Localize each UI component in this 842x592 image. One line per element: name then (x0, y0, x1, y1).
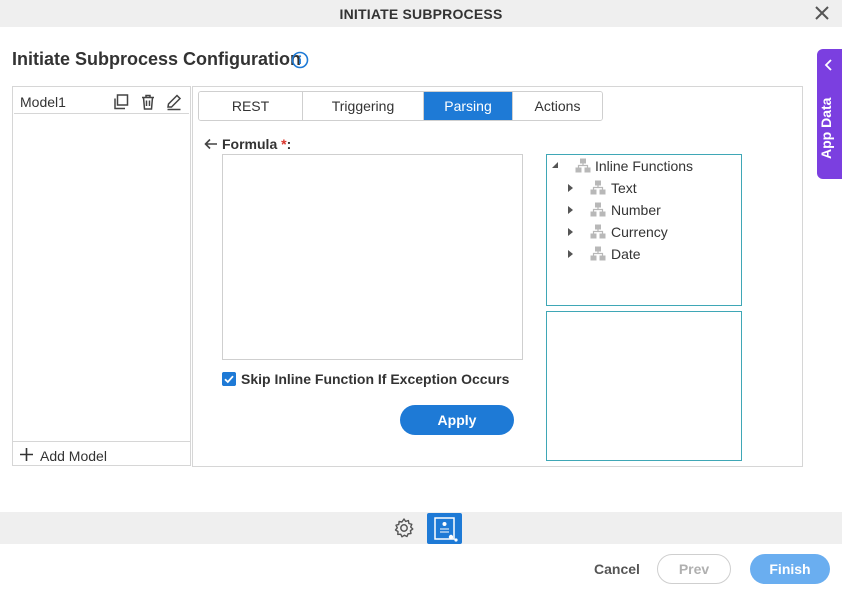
cancel-button[interactable]: Cancel (594, 561, 640, 577)
caret-right-icon[interactable] (566, 227, 574, 237)
prev-button[interactable]: Prev (657, 554, 731, 584)
finish-button[interactable]: Finish (750, 554, 830, 584)
caret-down-icon[interactable] (551, 161, 559, 171)
skip-exception-checkbox[interactable] (222, 372, 236, 386)
inline-functions-tree: Inline Functions Text Number Currency Da… (546, 154, 742, 306)
apply-button[interactable]: Apply (400, 405, 514, 435)
hierarchy-icon (590, 180, 606, 195)
tree-node-label: Currency (611, 224, 668, 240)
dialog-title: INITIATE SUBPROCESS (339, 6, 503, 22)
tab-actions[interactable]: Actions (513, 92, 602, 120)
model-item[interactable]: Model1 (14, 88, 189, 114)
add-model-label: Add Model (40, 448, 107, 464)
hierarchy-icon (590, 246, 606, 261)
close-icon[interactable] (812, 3, 832, 23)
tree-node-label: Number (611, 202, 661, 218)
tab-bar: REST Service Triggering Event Parsing Ac… (198, 91, 603, 121)
formula-label: Formula *: (204, 136, 291, 152)
info-icon[interactable] (291, 51, 309, 69)
hierarchy-icon (575, 158, 591, 173)
edit-icon[interactable] (165, 93, 183, 111)
tab-parsing[interactable]: Parsing (424, 92, 513, 120)
tree-node-label: Inline Functions (595, 158, 694, 174)
rest-service-icon (434, 517, 458, 542)
plus-icon (20, 448, 33, 461)
arrow-left-icon[interactable] (204, 138, 218, 150)
app-data-tab[interactable]: App Data (817, 49, 842, 179)
tree-node-label: Date (611, 246, 641, 262)
function-description-panel (546, 311, 742, 461)
caret-right-icon[interactable] (566, 183, 574, 193)
footer-toolbar (0, 512, 842, 544)
formula-label-suffix: : (286, 136, 292, 152)
skip-exception-label: Skip Inline Function If Exception Occurs (241, 371, 510, 387)
tree-node-label: Text (611, 180, 637, 196)
chevron-left-icon (824, 59, 832, 71)
add-model-button[interactable]: Add Model (13, 441, 190, 465)
tab-triggering-event[interactable]: Triggering Event (303, 92, 424, 120)
rest-service-button[interactable] (427, 513, 462, 544)
delete-icon[interactable] (139, 93, 157, 111)
model-item-name: Model1 (20, 94, 66, 110)
copy-icon[interactable] (112, 93, 130, 111)
caret-right-icon[interactable] (566, 205, 574, 215)
gear-icon[interactable] (393, 517, 415, 539)
formula-textarea[interactable] (222, 154, 523, 360)
hierarchy-icon (590, 202, 606, 217)
formula-label-text: Formula (222, 136, 278, 152)
hierarchy-icon (590, 224, 606, 239)
app-data-label: App Data (818, 97, 834, 159)
tab-rest-service[interactable]: REST Service (199, 92, 303, 120)
model-list-panel: Model1 Add Model (12, 86, 191, 466)
page-title: Initiate Subprocess Configuration (12, 49, 302, 69)
dialog-titlebar: INITIATE SUBPROCESS (0, 0, 842, 27)
caret-right-icon[interactable] (566, 249, 574, 259)
